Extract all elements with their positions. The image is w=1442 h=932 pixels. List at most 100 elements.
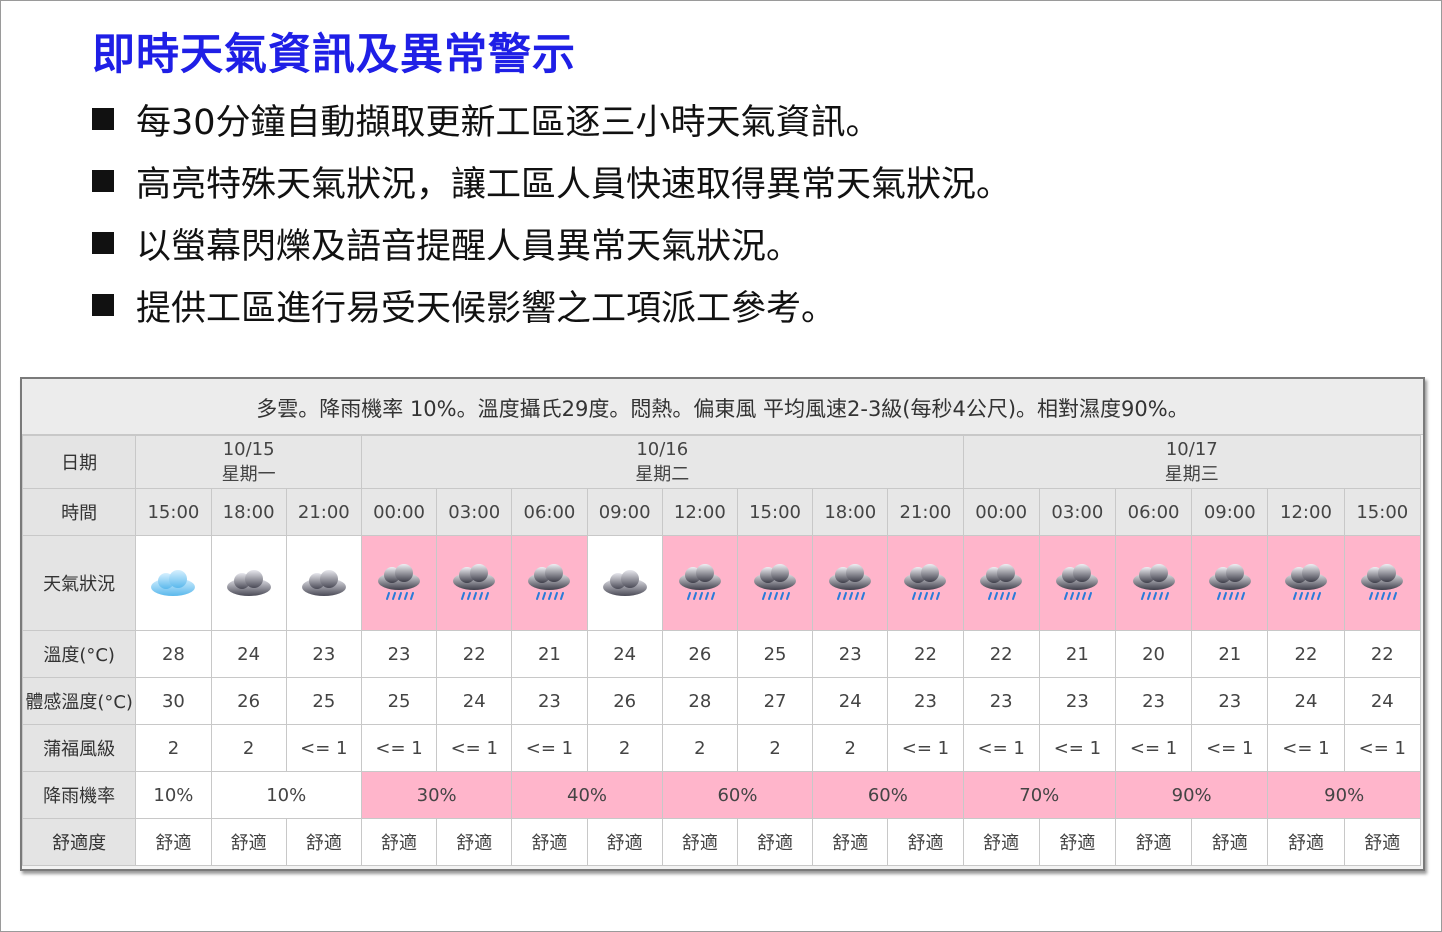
comfort-cell: 舒適 — [436, 818, 513, 866]
date-text: 10/17 — [1165, 439, 1218, 460]
bullet-square-icon — [92, 108, 114, 130]
wind-cell: <= 1 — [1343, 724, 1422, 772]
rain-icon — [738, 563, 812, 603]
cloudy-icon — [287, 568, 361, 598]
comfort-cell: 舒適 — [1267, 818, 1345, 866]
weather-cell — [887, 535, 964, 631]
date-text: 10/16 — [636, 439, 689, 460]
feels-like-cell: 23 — [1191, 677, 1269, 725]
cloudy-icon — [212, 568, 286, 598]
weather-cell — [812, 535, 889, 631]
weekday-text: 星期三 — [1164, 464, 1219, 485]
wind-cell: <= 1 — [1267, 724, 1345, 772]
row-label-temp: 溫度(°C) — [21, 630, 137, 678]
rain-chance-cell: 60% — [661, 771, 814, 819]
feature-text: 以螢幕閃爍及語音提醒人員異常天氣狀況。 — [136, 226, 802, 267]
wind-cell: 2 — [812, 724, 889, 772]
feels-like-cell: 30 — [135, 677, 212, 725]
weather-cell — [1343, 535, 1422, 631]
temp-cell: 24 — [210, 630, 287, 678]
feels-like-cell: 25 — [360, 677, 438, 725]
time-cell: 03:00 — [436, 488, 513, 536]
rain-icon — [663, 563, 737, 603]
temperature-row: 溫度(°C) 28 24 23 23 22 21 24 26 25 23 22 22 21 20 21 22 2… — [21, 630, 1422, 678]
temp-cell: 28 — [135, 630, 212, 678]
feature-item: 每30分鐘自動擷取更新工區逐三小時天氣資訊。 — [92, 88, 1011, 150]
comfort-cell: 舒適 — [661, 818, 738, 866]
wind-cell: <= 1 — [1038, 724, 1116, 772]
comfort-cell: 舒適 — [285, 818, 362, 866]
time-cell: 03:00 — [1038, 488, 1116, 536]
time-cell: 18:00 — [210, 488, 287, 536]
time-cell: 18:00 — [812, 488, 889, 536]
feature-text: 高亮特殊天氣狀況，讓工區人員快速取得異常天氣狀況。 — [136, 164, 1012, 205]
rain-chance-cell: 60% — [812, 771, 964, 819]
page-title: 即時天氣資訊及異常警示 — [92, 30, 576, 80]
weather-cell — [1038, 535, 1116, 631]
temp-cell: 22 — [436, 630, 513, 678]
rain-chance-cell: 30% — [360, 771, 513, 819]
weekday-text: 星期一 — [221, 464, 276, 485]
time-cell: 09:00 — [586, 488, 663, 536]
feels-like-cell: 28 — [661, 677, 738, 725]
feels-like-cell: 23 — [1038, 677, 1116, 725]
comfort-cell: 舒適 — [962, 818, 1040, 866]
time-cell: 12:00 — [661, 488, 738, 536]
time-cell: 12:00 — [1267, 488, 1345, 536]
time-row: 時間 15:00 18:00 21:00 00:00 03:00 06:00 09:00 12… — [21, 488, 1422, 536]
rain-icon — [1345, 563, 1420, 603]
row-label-rain: 降雨機率 — [21, 771, 137, 819]
time-cell: 06:00 — [1114, 488, 1193, 536]
time-cell: 21:00 — [887, 488, 964, 536]
comfort-cell: 舒適 — [586, 818, 663, 866]
comfort-cell: 舒適 — [135, 818, 212, 866]
wind-cell: <= 1 — [887, 724, 964, 772]
rain-icon — [1116, 563, 1191, 603]
time-cell: 00:00 — [360, 488, 438, 536]
weather-cell — [1267, 535, 1345, 631]
wind-cell: <= 1 — [360, 724, 438, 772]
partly-cloudy-icon — [136, 568, 210, 598]
feels-like-cell: 24 — [1267, 677, 1345, 725]
feels-like-row: 體感溫度(°C) 30 26 25 25 24 23 26 28 27 24 23 23 23 23 23 2… — [21, 677, 1422, 725]
rain-icon — [1268, 563, 1343, 603]
comfort-row: 舒適度 舒適 舒適 舒適 舒適 舒適 舒適 舒適 舒適 舒適 舒適 舒適 舒適 舒適 舒適 舒適 舒適 舒適 — [21, 818, 1422, 866]
weather-cell — [285, 535, 362, 631]
row-label-weather: 天氣狀況 — [21, 535, 137, 631]
comfort-cell: 舒適 — [210, 818, 287, 866]
temp-cell: 23 — [812, 630, 889, 678]
weather-cell — [661, 535, 738, 631]
date-header-cell: 10/17 星期三 — [962, 435, 1422, 489]
rain-chance-cell: 10% — [210, 771, 362, 819]
feels-like-cell: 23 — [887, 677, 964, 725]
rain-icon — [888, 563, 962, 603]
wind-cell: <= 1 — [511, 724, 588, 772]
wind-cell: 2 — [661, 724, 738, 772]
feels-like-cell: 27 — [736, 677, 814, 725]
feature-item: 提供工區進行易受天候影響之工項派工參考。 — [92, 274, 1011, 336]
comfort-cell: 舒適 — [1114, 818, 1193, 866]
time-cell: 15:00 — [736, 488, 814, 536]
row-label-comfort: 舒適度 — [21, 818, 137, 866]
feature-text: 每30分鐘自動擷取更新工區逐三小時天氣資訊。 — [136, 102, 881, 143]
rain-chance-cell: 90% — [1114, 771, 1269, 819]
weather-cell — [962, 535, 1040, 631]
comfort-cell: 舒適 — [511, 818, 588, 866]
rain-icon — [1040, 563, 1115, 603]
weather-cell — [1114, 535, 1193, 631]
cloudy-icon — [588, 568, 662, 598]
comfort-cell: 舒適 — [812, 818, 889, 866]
time-cell: 09:00 — [1191, 488, 1269, 536]
comfort-cell: 舒適 — [1191, 818, 1269, 866]
rain-icon — [437, 563, 511, 603]
bullet-square-icon — [92, 170, 114, 192]
date-header-cell: 10/15 星期一 — [135, 435, 362, 489]
temp-cell: 25 — [736, 630, 814, 678]
weather-cell — [210, 535, 287, 631]
date-header-cell: 10/16 星期二 — [360, 435, 964, 489]
comfort-cell: 舒適 — [887, 818, 964, 866]
temp-cell: 21 — [1038, 630, 1116, 678]
wind-cell: <= 1 — [1114, 724, 1193, 772]
temp-cell: 26 — [661, 630, 738, 678]
time-cell: 00:00 — [962, 488, 1040, 536]
